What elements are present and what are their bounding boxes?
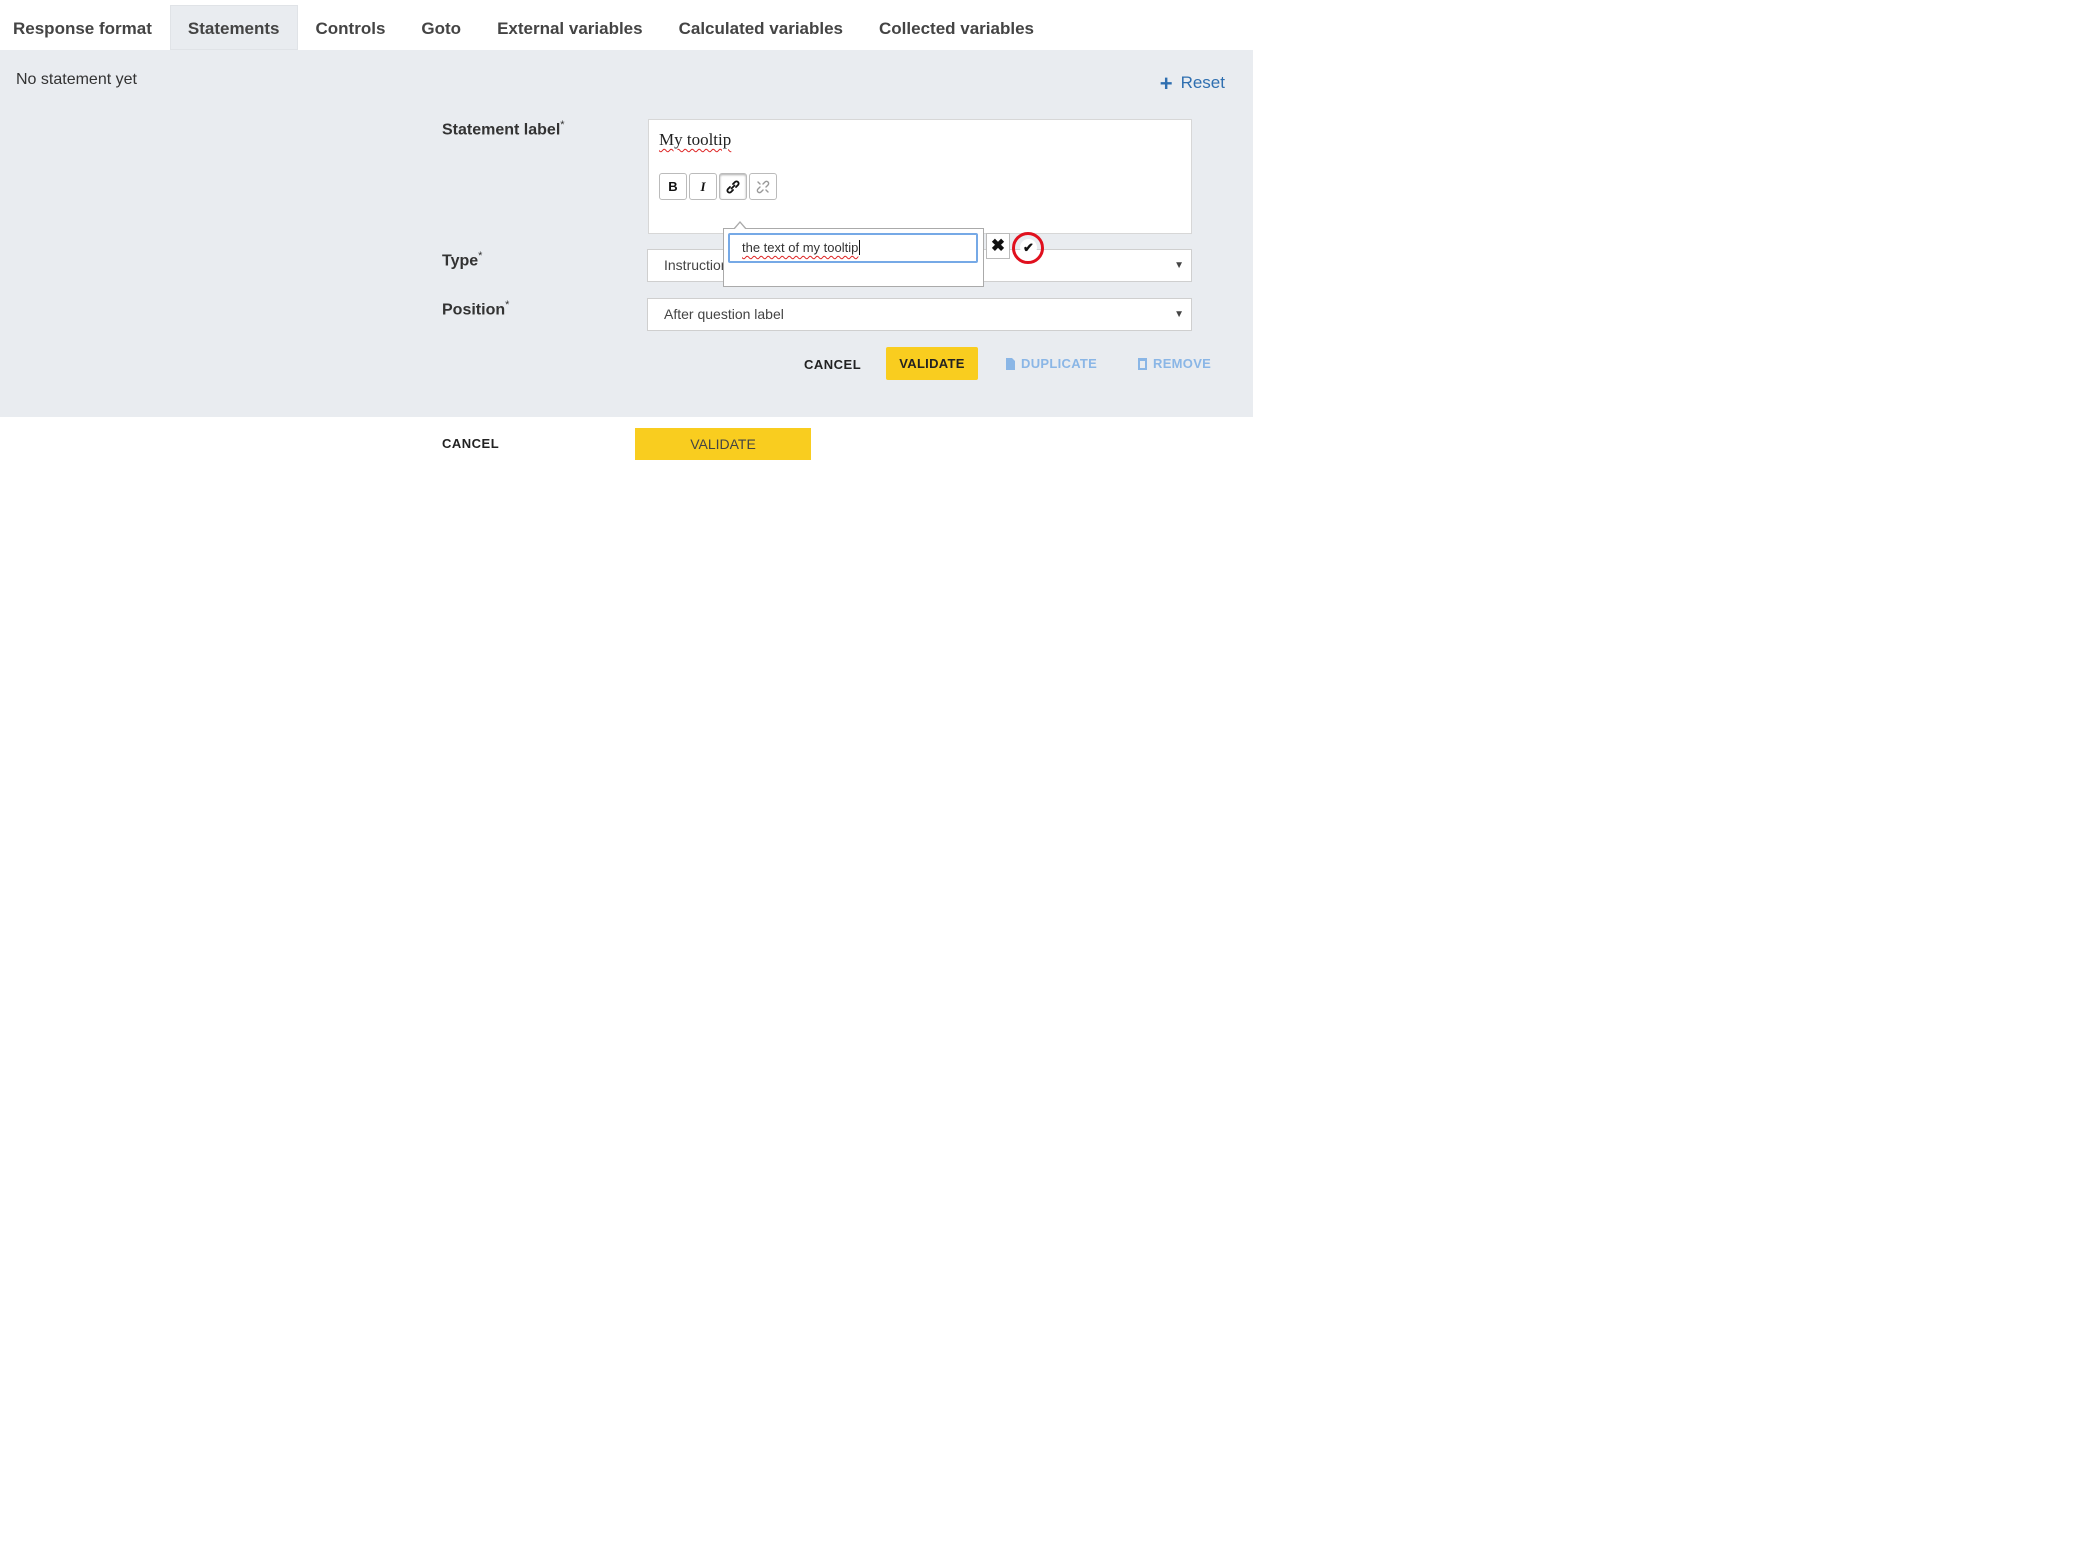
- tab-statements[interactable]: Statements: [169, 5, 298, 50]
- remove-button[interactable]: REMOVE: [1138, 356, 1211, 371]
- statement-label-editor[interactable]: My tooltip B I: [648, 119, 1192, 234]
- tooltip-input-value: the text of my tooltip: [742, 240, 859, 255]
- position-select[interactable]: After question label ▼: [647, 298, 1192, 331]
- trash-icon: [1138, 357, 1147, 370]
- footer-validate-button[interactable]: VALIDATE: [635, 428, 811, 460]
- tab-response-format[interactable]: Response format: [0, 5, 170, 50]
- tab-bar: Response format Statements Controls Goto…: [0, 5, 1052, 50]
- remove-label: REMOVE: [1153, 356, 1212, 371]
- unlink-icon: [756, 180, 770, 193]
- plus-icon: +: [1159, 70, 1173, 96]
- position-label-text: Position: [442, 301, 506, 319]
- tab-goto[interactable]: Goto: [403, 5, 479, 50]
- tab-controls[interactable]: Controls: [298, 5, 404, 50]
- type-select-value: Instruction: [664, 257, 729, 273]
- reset-label: Reset: [1180, 73, 1225, 92]
- caret-down-icon: ▼: [1174, 309, 1184, 320]
- bold-button[interactable]: B: [659, 173, 687, 200]
- tooltip-text-input[interactable]: the text of my tooltip: [728, 233, 978, 263]
- tab-calculated-variables[interactable]: Calculated variables: [661, 5, 861, 50]
- unlink-button[interactable]: [749, 173, 777, 200]
- close-icon: ✖: [990, 236, 1006, 255]
- check-icon: ✔: [1023, 239, 1034, 255]
- link-icon: [726, 180, 740, 193]
- popup-cancel-button[interactable]: ✖: [986, 233, 1010, 259]
- tab-collected-variables[interactable]: Collected variables: [861, 5, 1052, 50]
- footer-cancel-button[interactable]: CANCEL: [442, 436, 499, 451]
- text-cursor: [859, 240, 861, 255]
- popup-confirm-button[interactable]: ✔: [1020, 239, 1037, 256]
- required-mark: *: [478, 250, 483, 262]
- statement-label-label: Statement label*: [442, 119, 565, 139]
- italic-button[interactable]: I: [689, 173, 717, 200]
- editor-toolbar: B I: [659, 173, 777, 200]
- editor-content[interactable]: My tooltip: [659, 130, 731, 150]
- tab-external-variables[interactable]: External variables: [479, 5, 661, 50]
- required-mark: *: [560, 119, 565, 131]
- position-label: Position*: [442, 299, 509, 319]
- bold-icon: B: [668, 179, 678, 194]
- empty-statements-message: No statement yet: [16, 71, 137, 88]
- type-label-text: Type: [442, 252, 479, 270]
- duplicate-button[interactable]: DUPLICATE: [1006, 356, 1097, 371]
- statement-label-text: Statement label: [442, 121, 561, 139]
- italic-icon: I: [700, 178, 706, 194]
- caret-down-icon: ▼: [1174, 260, 1184, 271]
- reset-button[interactable]: + Reset: [1159, 70, 1225, 96]
- type-label: Type*: [442, 250, 482, 270]
- tooltip-popup: the text of my tooltip: [723, 221, 984, 287]
- cancel-button[interactable]: CANCEL: [804, 357, 861, 372]
- document-icon: [1006, 357, 1015, 370]
- validate-button[interactable]: VALIDATE: [886, 347, 978, 380]
- link-button[interactable]: [719, 173, 747, 200]
- required-mark: *: [505, 299, 510, 311]
- duplicate-label: DUPLICATE: [1021, 356, 1098, 371]
- position-select-value: After question label: [664, 306, 784, 322]
